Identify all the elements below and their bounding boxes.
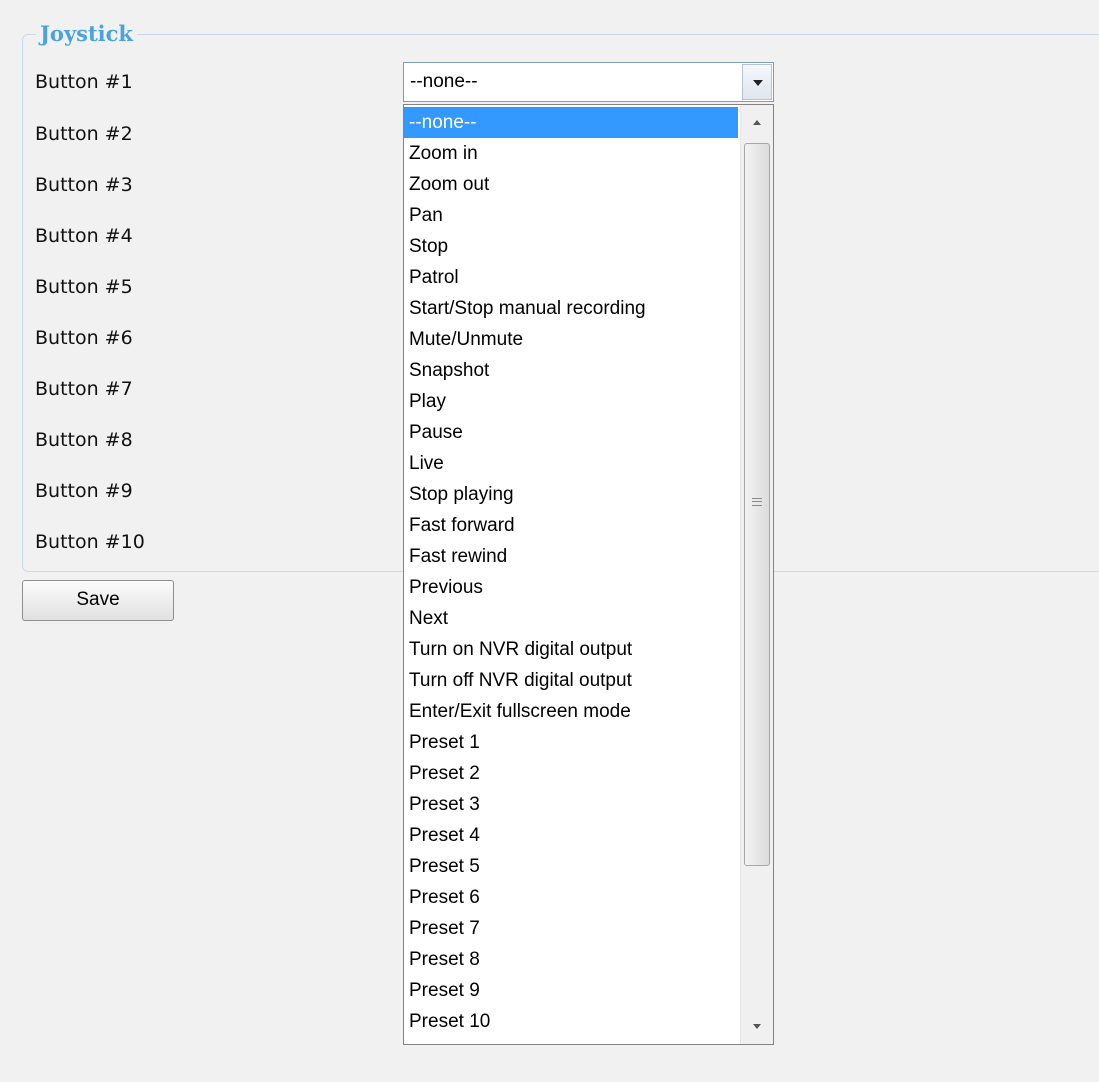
button-6-label: Button #6	[35, 327, 133, 349]
scrollbar-thumb[interactable]	[744, 143, 770, 866]
dropdown-option[interactable]: Pause	[404, 417, 738, 448]
scroll-up-arrow-icon[interactable]	[741, 105, 773, 141]
dropdown-option[interactable]: Fast forward	[404, 510, 738, 541]
button-3-label: Button #3	[35, 174, 133, 196]
button-5-label: Button #5	[35, 276, 133, 298]
dropdown-option[interactable]: Mute/Unmute	[404, 324, 738, 355]
action-dropdown-list[interactable]: --none-- Zoom in Zoom out Pan Stop Patrol Star…	[403, 104, 774, 1045]
dropdown-option[interactable]: Zoom out	[404, 169, 738, 200]
button-1-select[interactable]: --none--	[403, 62, 774, 102]
dropdown-option[interactable]: Preset 5	[404, 851, 738, 882]
dropdown-option[interactable]: Preset 1	[404, 727, 738, 758]
dropdown-option[interactable]: Patrol	[404, 262, 738, 293]
scroll-down-arrow-icon[interactable]	[741, 1008, 773, 1044]
dropdown-option[interactable]: Play	[404, 386, 738, 417]
dropdown-options: --none-- Zoom in Zoom out Pan Stop Patrol Star…	[404, 107, 738, 1037]
button-8-label: Button #8	[35, 429, 133, 451]
dropdown-option[interactable]: Preset 7	[404, 913, 738, 944]
dropdown-option[interactable]: Preset 6	[404, 882, 738, 913]
button-10-label: Button #10	[35, 531, 145, 553]
dropdown-option[interactable]: Zoom in	[404, 138, 738, 169]
save-button[interactable]: Save	[22, 580, 174, 621]
chevron-down-icon[interactable]	[742, 64, 772, 100]
dropdown-option[interactable]: Previous	[404, 572, 738, 603]
dropdown-option[interactable]: Live	[404, 448, 738, 479]
dropdown-option[interactable]: Snapshot	[404, 355, 738, 386]
dropdown-option[interactable]: Preset 2	[404, 758, 738, 789]
dropdown-option[interactable]: Start/Stop manual recording	[404, 293, 738, 324]
button-9-label: Button #9	[35, 480, 133, 502]
select-current-value: --none--	[410, 71, 478, 92]
button-4-label: Button #4	[35, 225, 133, 247]
dropdown-option[interactable]: Enter/Exit fullscreen mode	[404, 696, 738, 727]
dropdown-option[interactable]: Turn on NVR digital output	[404, 634, 738, 665]
dropdown-option[interactable]: Preset 3	[404, 789, 738, 820]
dropdown-option[interactable]: Preset 8	[404, 944, 738, 975]
dropdown-option[interactable]: Preset 4	[404, 820, 738, 851]
joystick-legend: Joystick	[36, 20, 137, 48]
dropdown-option[interactable]: Stop	[404, 231, 738, 262]
dropdown-option[interactable]: --none--	[404, 107, 738, 138]
dropdown-option[interactable]: Turn off NVR digital output	[404, 665, 738, 696]
dropdown-scrollbar[interactable]	[740, 105, 773, 1044]
dropdown-option[interactable]: Stop playing	[404, 479, 738, 510]
dropdown-option[interactable]: Next	[404, 603, 738, 634]
dropdown-option[interactable]: Pan	[404, 200, 738, 231]
dropdown-option[interactable]: Preset 9	[404, 975, 738, 1006]
dropdown-option[interactable]: Preset 10	[404, 1006, 738, 1037]
button-2-label: Button #2	[35, 123, 133, 145]
button-1-label: Button #1	[35, 71, 133, 93]
dropdown-option[interactable]: Fast rewind	[404, 541, 738, 572]
grip-icon	[752, 498, 762, 506]
button-7-label: Button #7	[35, 378, 133, 400]
